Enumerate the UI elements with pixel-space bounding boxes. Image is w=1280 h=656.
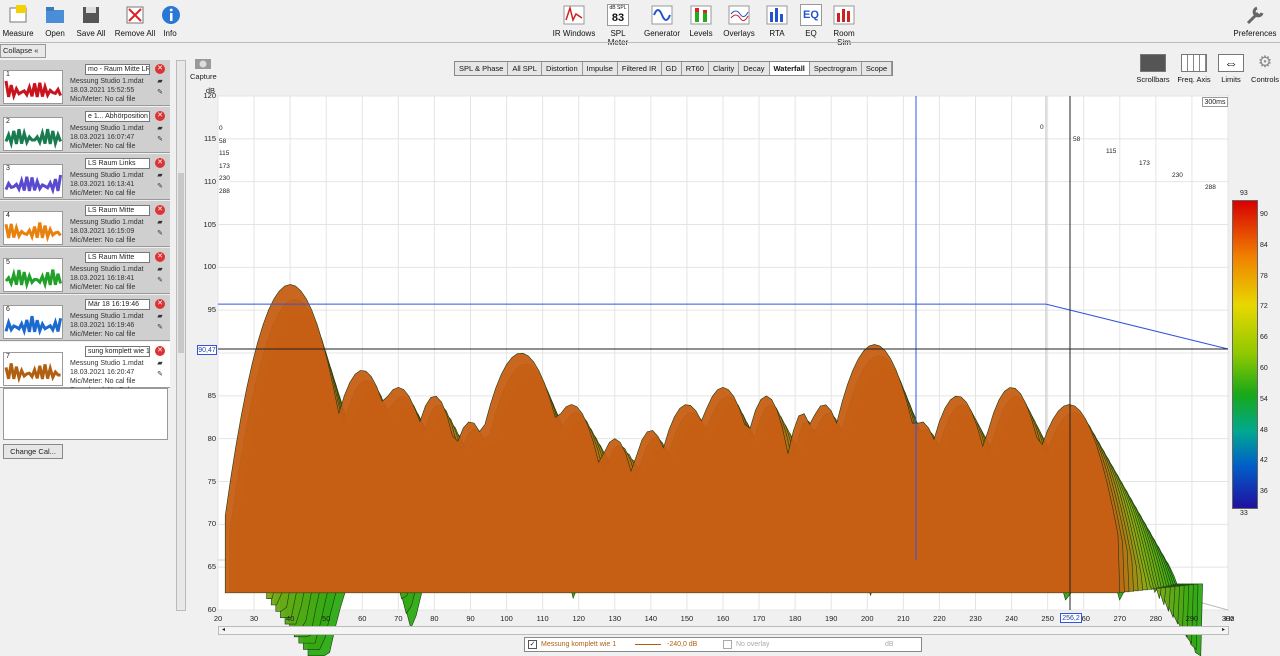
legend-bar: ✓ Messung komplett wie 1 -240,0 dB No ov… [524,637,922,652]
x-tick-label: 210 [897,614,910,623]
y-tick-label: 95 [207,305,216,315]
y-tick-label: 65 [207,562,216,572]
x-tick-label: 150 [680,614,694,623]
colorbar-tick: 36 [1260,488,1268,496]
x-tick-label: 50 [322,614,331,623]
time-range-label: 300ms [1202,97,1228,107]
x-tick-label: 170 [752,614,766,623]
x-tick-label: 30 [249,614,259,623]
x-axis-unit: Hz [1225,614,1235,623]
time-tick-left: 288 [219,187,230,195]
x-tick-label: 180 [788,614,802,623]
colorbar-tick: 84 [1260,241,1268,249]
overlay-checkbox[interactable] [723,640,732,649]
y-tick-label: 120 [203,91,216,100]
legend-checkbox[interactable]: ✓ [528,640,537,649]
x-tick-label: 190 [824,614,838,623]
legend-value: -240,0 dB [667,641,698,648]
colorbar-min: 33 [1240,510,1248,517]
colorbar [1232,200,1258,509]
y-tick-label: 110 [204,176,216,186]
time-tick-left: 58 [219,137,227,145]
x-tick-label: 220 [933,614,946,623]
x-tick-label: 240 [1005,614,1018,623]
colorbar-tick: 60 [1260,365,1268,372]
colorbar-tick: 90 [1260,211,1268,218]
horizontal-scrollbar[interactable]: ◂ ▸ [218,626,1229,635]
time-tick-left: 115 [219,150,230,157]
legend-line [635,644,661,645]
scroll-left-icon[interactable]: ◂ [219,627,228,634]
time-tick-left: 230 [219,175,230,182]
y-tick-label: 115 [204,133,216,143]
colorbar-tick: 72 [1260,303,1268,311]
time-tick-right: 173 [1139,160,1150,167]
time-tick-right: 58 [1073,136,1081,143]
time-tick-right: 288 [1205,184,1216,191]
time-tick-right: 0 [1040,124,1044,131]
x-tick-label: 160 [716,614,730,623]
x-tick-label: 80 [430,614,439,623]
y-tick-label: 80 [207,433,216,443]
time-tick-left: 0 [219,125,223,132]
colorbar-tick: 54 [1260,395,1268,403]
x-tick-label: 120 [572,614,585,623]
overlay-label: No overlay [736,641,770,648]
cursor-y-readout: 90,47 [197,345,217,355]
time-tick-right: 115 [1106,148,1117,155]
y-tick-label: 105 [203,219,216,229]
legend-series-name: Messung komplett wie 1 [541,641,617,648]
colorbar-tick: 42 [1260,457,1268,465]
x-tick-label: 230 [969,614,982,623]
y-tick-label: 60 [207,605,216,614]
time-tick-left: 173 [219,162,230,170]
x-tick-label: 60 [358,614,367,623]
x-tick-label: 200 [861,614,874,623]
overlay-unit: dB [885,641,894,648]
x-tick-label: 280 [1149,614,1163,623]
x-tick-label: 270 [1113,614,1127,623]
x-tick-label: 250 [1041,614,1054,623]
x-tick-label: 90 [466,614,475,623]
colorbar-tick: 78 [1260,272,1268,280]
scroll-right-icon[interactable]: ▸ [1219,627,1228,634]
colorbar-max: 93 [1240,190,1248,197]
x-tick-label: 140 [644,614,658,623]
x-tick-label: 20 [213,614,223,623]
y-tick-label: 85 [207,390,216,400]
x-tick-label: 100 [500,614,513,623]
x-tick-label: 110 [536,614,549,623]
y-tick-label: 70 [207,519,216,529]
y-tick-label: 75 [207,476,216,486]
colorbar-tick: 48 [1260,426,1268,434]
x-tick-label: 290 [1185,614,1199,623]
x-tick-label: 70 [394,614,403,623]
waterfall-chart[interactable] [0,0,1280,656]
x-tick-label: 130 [608,614,622,623]
y-tick-label: 100 [203,262,216,272]
x-tick-label: 40 [285,614,295,623]
cursor-x-readout: 256,2 [1060,613,1082,623]
colorbar-tick: 66 [1260,334,1268,342]
time-tick-right: 230 [1172,172,1183,179]
